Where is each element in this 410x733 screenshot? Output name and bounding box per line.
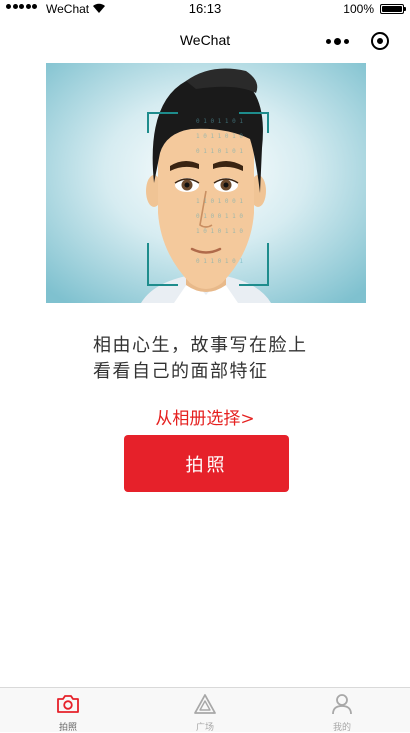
face-scan-illustration: 0 1 0 1 1 0 1 1 0 1 1 0 1 0 0 1 1 0 1 0 … (46, 63, 366, 303)
navigation-bar: WeChat (0, 20, 410, 62)
tab-mine[interactable]: 我的 (274, 688, 410, 733)
status-bar: WeChat 16:13 100% (0, 0, 410, 20)
svg-text:0 1 1 0 1 0 1: 0 1 1 0 1 0 1 (196, 148, 243, 155)
svg-text:1 1 0 1 0 0 1: 1 1 0 1 0 0 1 (196, 198, 243, 205)
tab-mine-label: 我的 (332, 723, 351, 733)
svg-text:0 1 1 0 1 0 1: 0 1 1 0 1 0 1 (196, 258, 243, 265)
close-circle-icon[interactable] (371, 32, 389, 50)
battery-icon (380, 4, 406, 14)
slogan-line-2: 看看自己的面部特征 (93, 361, 269, 382)
tab-camera-label: 拍照 (58, 723, 77, 733)
svg-text:0 1 0 0 1 1 0: 0 1 0 0 1 1 0 (196, 213, 243, 220)
tab-plaza-label: 广场 (195, 723, 214, 733)
svg-text:0 1 0 1 1 0 1: 0 1 0 1 1 0 1 (196, 118, 243, 125)
slogan-line-1: 相由心生，故事写在脸上 (93, 335, 308, 356)
more-dots-icon[interactable] (326, 38, 349, 45)
tab-camera[interactable]: 拍照 (0, 688, 136, 733)
svg-text:1 0 1 0 1 1 0: 1 0 1 0 1 1 0 (196, 228, 243, 235)
tab-bar: 拍照 广场 我的 (0, 687, 410, 733)
battery-percent: 100% (343, 2, 374, 16)
triangle-plaza-icon (194, 694, 216, 714)
user-icon (332, 694, 352, 715)
tab-plaza[interactable]: 广场 (137, 688, 273, 733)
svg-text:1 0 1 1 0 1 0: 1 0 1 1 0 1 0 (196, 133, 243, 140)
choose-from-album-link[interactable]: 从相册选择> (0, 404, 410, 429)
take-photo-button[interactable]: 拍照 (124, 435, 289, 492)
camera-icon (57, 695, 79, 713)
